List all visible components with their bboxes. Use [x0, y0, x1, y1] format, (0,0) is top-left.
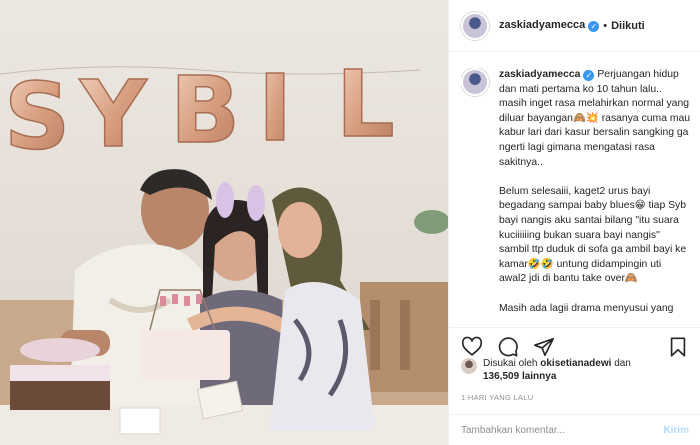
caption-username[interactable]: zaskiadyamecca: [499, 69, 580, 80]
comment-icon[interactable]: [497, 336, 519, 358]
likes-text: Disukai oleh okisetianadewi dan 136,509 …: [483, 357, 631, 383]
caption-avatar[interactable]: [461, 68, 489, 96]
heart-icon[interactable]: [461, 336, 483, 358]
likes-summary: Disukai oleh okisetianadewi dan 136,509 …: [461, 357, 691, 383]
likes-count-link[interactable]: 136,509 lainnya: [483, 371, 556, 382]
balloon-letter-i: I: [258, 55, 292, 162]
first-liker-username[interactable]: okisetianadewi: [540, 358, 611, 369]
balloon-letter-s: S: [4, 63, 70, 170]
balloon-letter-l: L: [336, 51, 395, 158]
comment-bar: Kirim: [449, 414, 700, 445]
caption-text: zaskiadyamecca ✓ Perjuangan hidup dan mat…: [499, 68, 691, 326]
post-timestamp[interactable]: 1 HARI YANG LALU: [461, 393, 533, 402]
liker-avatar[interactable]: [461, 358, 477, 374]
family-photo-illustration: S Y B I L: [0, 0, 448, 445]
author-avatar[interactable]: [461, 11, 489, 40]
post-sidebar: zaskiadyamecca ✓ • Diikuti zaskiadyamecca…: [448, 0, 700, 445]
bookmark-icon[interactable]: [667, 336, 689, 358]
follow-status-button[interactable]: Diikuti: [611, 20, 645, 32]
likes-suffix: lainnya: [521, 371, 557, 382]
separator-dot: •: [603, 19, 608, 32]
likes-count: 136,509: [483, 371, 520, 382]
balloon-letter-b: B: [170, 57, 240, 164]
author-username[interactable]: zaskiadyamecca ✓: [499, 19, 600, 32]
caption-body: Perjuangan hidup dan mati pertama ko 10 …: [499, 69, 691, 314]
post-caption: zaskiadyamecca ✓ Perjuangan hidup dan mat…: [461, 68, 691, 326]
verified-badge-icon: ✓: [588, 21, 600, 32]
comment-input[interactable]: [461, 424, 664, 436]
share-icon[interactable]: [533, 336, 555, 358]
send-comment-button[interactable]: Kirim: [663, 425, 689, 436]
likes-connector: dan: [614, 358, 631, 369]
post-photo[interactable]: S Y B I L: [0, 0, 448, 445]
likes-prefix: Disukai oleh: [483, 358, 538, 369]
balloon-letter-y: Y: [79, 61, 148, 168]
post-header: zaskiadyamecca ✓ • Diikuti: [449, 0, 700, 52]
post-actions-bar: [449, 327, 700, 359]
caption-verified-badge-icon: ✓: [583, 70, 595, 81]
